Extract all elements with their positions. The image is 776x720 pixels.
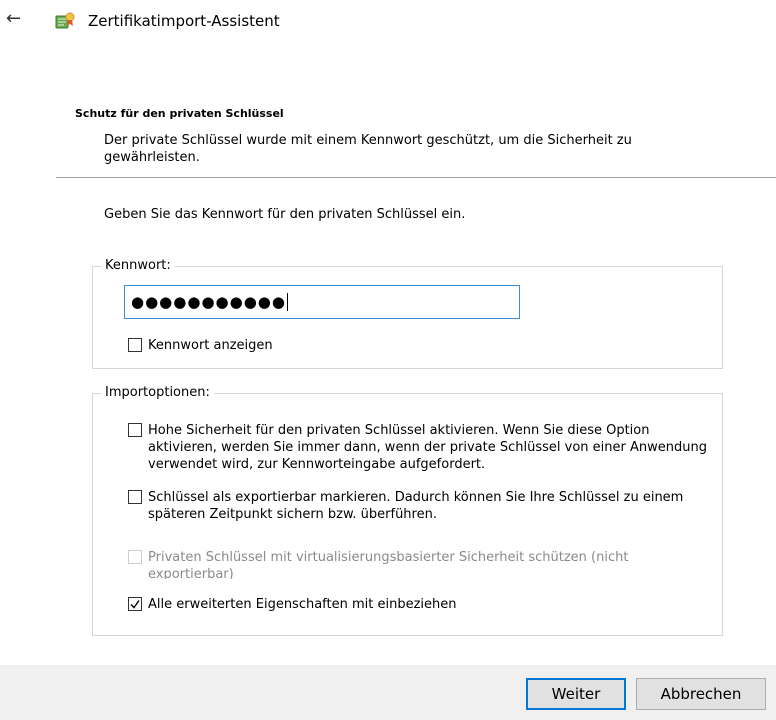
window-title: Zertifikatimport-Assistent (88, 12, 280, 30)
exportable-checkbox[interactable] (128, 490, 142, 504)
header-divider (56, 177, 776, 178)
certificate-icon (55, 12, 75, 29)
password-group-label: Kennwort: (101, 258, 175, 274)
high-security-checkbox[interactable] (128, 423, 142, 437)
include-extended-properties-checkbox[interactable] (128, 597, 142, 611)
cancel-button[interactable]: Abbrechen (636, 678, 766, 710)
vbs-protect-checkbox (128, 550, 142, 564)
checkmark-icon (130, 600, 140, 609)
section-title: Schutz für den privaten Schlüssel (75, 107, 284, 120)
import-options-group-label: Importoptionen: (101, 385, 214, 401)
exportable-label[interactable]: Schlüssel als exportierbar markieren. Da… (148, 489, 708, 523)
back-arrow-icon[interactable]: ← (6, 8, 21, 30)
section-description: Der private Schlüssel wurde mit einem Ke… (104, 133, 632, 165)
text-caret (286, 293, 288, 311)
password-field[interactable]: ●●●●●●●●●●● (124, 285, 520, 319)
show-password-label[interactable]: Kennwort anzeigen (148, 337, 273, 354)
next-button[interactable]: Weiter (526, 678, 626, 710)
instruction-text: Geben Sie das Kennwort für den privaten … (104, 207, 466, 222)
password-masked-value: ●●●●●●●●●●● (131, 293, 286, 311)
include-extended-properties-label[interactable]: Alle erweiterten Eigenschaften mit einbe… (148, 596, 457, 613)
show-password-checkbox[interactable] (128, 338, 142, 352)
high-security-label[interactable]: Hohe Sicherheit für den privaten Schlüss… (148, 422, 708, 473)
vbs-protect-label: Privaten Schlüssel mit virtualisierungsb… (148, 550, 629, 579)
